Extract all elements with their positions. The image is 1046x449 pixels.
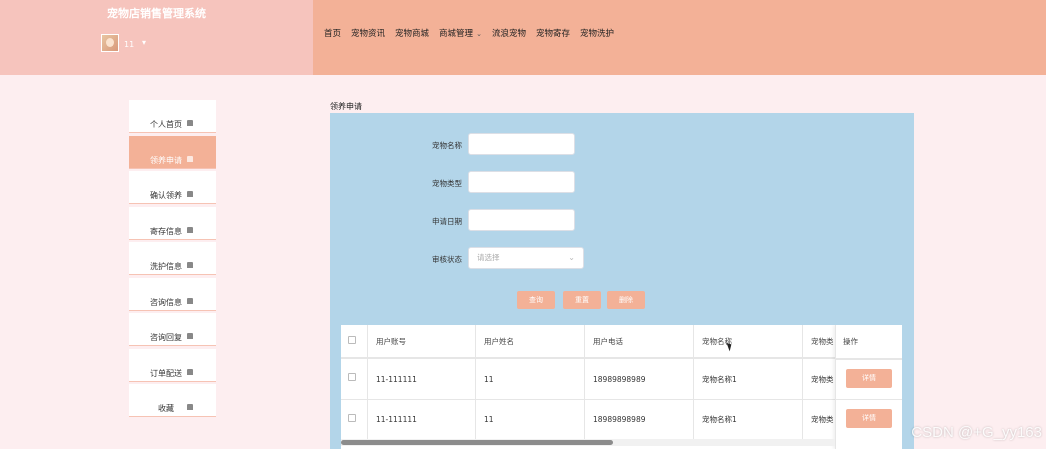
nav-item-mall-manage-label: 商城管理	[439, 29, 474, 39]
lock-icon	[187, 297, 193, 304]
detail-button[interactable]: 详情	[846, 409, 892, 428]
sidebar-item-confirm-adoption[interactable]: 确认领养	[129, 171, 216, 204]
lock-icon	[187, 191, 193, 197]
sidebar-item-label: 订单配送	[150, 368, 182, 378]
row-select-cell	[341, 400, 368, 439]
sidebar: 个人首页 领养申请 确认领养 寄存信息 洗护信息 咨询信息 咨询回复 订单配送 …	[129, 100, 216, 420]
column-header: 宠物类	[811, 337, 834, 346]
nav-item-home[interactable]: 首页	[324, 27, 341, 39]
column-header: 用户账号	[368, 325, 476, 357]
row-checkbox[interactable]	[348, 373, 356, 381]
cell-account: 11-111111	[368, 400, 476, 439]
cell-name: 11	[476, 400, 585, 439]
sidebar-item-favorites[interactable]: 收藏	[129, 384, 216, 417]
cell-phone: 18989898989	[585, 400, 694, 439]
sidebar-item-label: 确认领养	[150, 191, 182, 200]
form-row-pet-type: 宠物类型	[330, 171, 914, 193]
table-row: 11-111111 11 18989898989 宠物名称1 宠物类	[341, 359, 902, 400]
sidebar-item-label: 个人首页	[150, 120, 182, 129]
column-header: 操作	[843, 337, 858, 346]
watermark: CSDN @+G_yy163	[911, 424, 1042, 441]
divider	[836, 399, 902, 400]
sidebar-item-grooming-info[interactable]: 洗护信息	[129, 242, 216, 275]
status-select[interactable]: 请选择 ⌄	[468, 247, 584, 269]
lock-icon	[187, 368, 193, 375]
username[interactable]: 11	[124, 40, 134, 49]
nav-item-pet-boarding[interactable]: 宠物寄存	[536, 27, 570, 39]
user-avatar[interactable]	[101, 34, 119, 52]
horizontal-scrollbar[interactable]	[341, 439, 835, 446]
cell-phone: 18989898989	[585, 359, 694, 399]
sidebar-item-profile[interactable]: 个人首页	[129, 100, 216, 133]
sidebar-item-label: 寄存信息	[150, 226, 182, 236]
nav-item-stray-pets[interactable]: 流浪宠物	[492, 27, 526, 39]
sidebar-item-adoption-apply[interactable]: 领养申请	[129, 135, 216, 169]
sidebar-item-label: 咨询回复	[150, 333, 182, 342]
select-all-checkbox[interactable]	[348, 336, 356, 344]
lock-icon	[187, 333, 193, 339]
lock-icon	[187, 404, 193, 410]
table-header-row: 用户账号 用户姓名 用户电话 宠物名称 宠物类	[341, 325, 902, 359]
pet-type-input[interactable]	[468, 171, 575, 193]
select-all-cell	[341, 325, 368, 357]
nav-item-pet-mall[interactable]: 宠物商城	[395, 27, 429, 39]
lock-icon	[187, 262, 193, 268]
sidebar-item-label: 咨询信息	[150, 297, 182, 307]
lock-icon	[187, 120, 193, 126]
sidebar-item-label: 洗护信息	[150, 262, 182, 271]
pet-name-input[interactable]	[468, 133, 575, 155]
sidebar-item-consult-reply[interactable]: 咨询回复	[129, 313, 216, 346]
lock-icon	[187, 155, 193, 162]
main-panel: 宠物名称 宠物类型 申请日期 审核状态 请选择 ⌄ 查询 重置 删除 用户账号 …	[330, 113, 914, 449]
row-select-cell	[341, 359, 368, 399]
column-header: 宠物名称	[694, 325, 803, 357]
apply-date-label: 申请日期	[432, 217, 462, 226]
row-checkbox[interactable]	[348, 414, 356, 422]
sidebar-item-boarding-info[interactable]: 寄存信息	[129, 206, 216, 240]
cell-pet-type: 宠物类	[811, 375, 834, 384]
sidebar-item-label: 收藏	[158, 404, 174, 413]
sidebar-item-order-delivery[interactable]: 订单配送	[129, 348, 216, 382]
cell-pet-name: 宠物名称1	[694, 359, 803, 399]
delete-button[interactable]: 删除	[607, 291, 645, 309]
cell-name: 11	[476, 359, 585, 399]
data-table: 用户账号 用户姓名 用户电话 宠物名称 宠物类 11-111111 11 189…	[341, 325, 902, 449]
nav-item-pet-grooming[interactable]: 宠物洗护	[580, 27, 614, 39]
nav-item-pet-news[interactable]: 宠物资讯	[351, 27, 385, 39]
pet-type-label: 宠物类型	[432, 179, 462, 188]
scrollbar-thumb[interactable]	[341, 440, 613, 445]
operation-column: 操作 详情 详情	[835, 325, 902, 449]
chevron-down-icon: ⌄	[476, 30, 482, 38]
sidebar-item-consult-info[interactable]: 咨询信息	[129, 277, 216, 311]
app-title: 宠物店销售管理系统	[107, 7, 206, 20]
divider	[836, 358, 902, 360]
status-placeholder: 请选择	[477, 253, 500, 262]
column-header: 用户姓名	[476, 325, 585, 357]
user-caret-icon[interactable]: ▾	[142, 38, 146, 47]
reset-button[interactable]: 重置	[563, 291, 601, 309]
nav-item-mall-manage[interactable]: 商城管理 ⌄	[439, 27, 482, 39]
chevron-down-icon: ⌄	[568, 253, 575, 262]
table-row: 11-111111 11 18989898989 宠物名称1 宠物类	[341, 400, 902, 440]
cell-account: 11-111111	[368, 359, 476, 399]
top-header: 宠物店销售管理系统 11 ▾ 首页 宠物资讯 宠物商城 商城管理 ⌄ 流浪宠物 宠…	[0, 0, 1046, 75]
search-button[interactable]: 查询	[517, 291, 555, 309]
column-header: 用户电话	[585, 325, 694, 357]
form-row-pet-name: 宠物名称	[330, 133, 914, 155]
cell-pet-type: 宠物类	[811, 415, 834, 424]
cell-pet-name: 宠物名称1	[694, 400, 803, 439]
form-row-status: 审核状态 请选择 ⌄	[330, 247, 914, 269]
detail-button[interactable]: 详情	[846, 369, 892, 388]
sidebar-item-label: 领养申请	[150, 155, 182, 165]
form-row-apply-date: 申请日期	[330, 209, 914, 231]
top-nav: 首页 宠物资讯 宠物商城 商城管理 ⌄ 流浪宠物 宠物寄存 宠物洗护	[324, 27, 624, 39]
lock-icon	[187, 226, 193, 233]
pet-name-label: 宠物名称	[432, 141, 462, 150]
status-label: 审核状态	[432, 255, 462, 264]
apply-date-input[interactable]	[468, 209, 575, 231]
brand-area: 宠物店销售管理系统 11 ▾	[0, 0, 313, 75]
page-title: 领养申请	[330, 102, 362, 111]
